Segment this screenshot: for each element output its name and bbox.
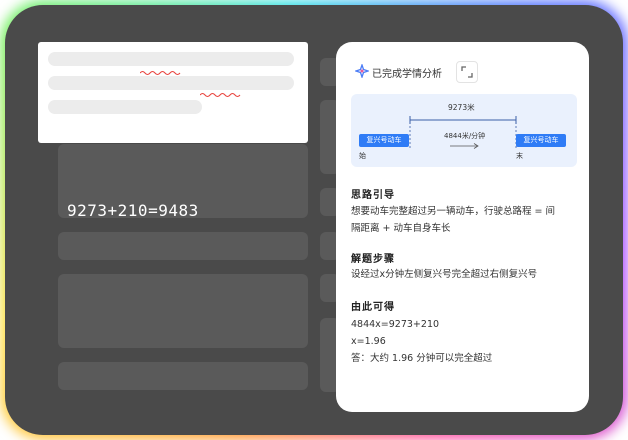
expand-button[interactable] — [456, 61, 478, 83]
section-text: 想要动车完整超过另一辆动车，行驶总路程 = 间 — [351, 206, 556, 217]
distance-bracket — [409, 116, 517, 124]
background-card — [58, 274, 308, 348]
skeleton-line — [48, 76, 294, 90]
background-card — [58, 362, 308, 390]
section-heading: 由此可得 — [351, 302, 395, 313]
handwritten-equation: 9273+210=9483 — [67, 201, 199, 220]
background-card — [58, 232, 308, 260]
sparkle-logo-icon — [355, 64, 369, 78]
status-text: 已完成学情分析 — [372, 69, 442, 80]
left-train-label: 复兴号动车 — [359, 134, 409, 147]
section-text: 4844x=9273+210 — [351, 319, 440, 330]
expand-icon — [461, 66, 473, 78]
section-text: 答：大约 1.96 分钟可以完全超过 — [351, 353, 493, 364]
section-text: 设经过x分钟左侧复兴号完全超过右侧复兴号 — [351, 269, 538, 280]
end-label: 末 — [516, 152, 523, 160]
total-distance-label: 9273米 — [448, 103, 475, 112]
right-train-label: 复兴号动车 — [516, 134, 566, 147]
section-text: 隔距离 + 动车自身车长 — [351, 223, 451, 234]
skeleton-line — [48, 100, 202, 114]
skeleton-line — [48, 52, 294, 66]
error-underline — [200, 93, 241, 97]
section-heading: 解题步骤 — [351, 254, 395, 265]
section-heading: 思路引导 — [351, 190, 395, 201]
train-guide-lines — [409, 126, 517, 148]
error-underline — [140, 71, 181, 75]
start-label: 始 — [359, 152, 366, 160]
section-text: x=1.96 — [351, 336, 386, 347]
